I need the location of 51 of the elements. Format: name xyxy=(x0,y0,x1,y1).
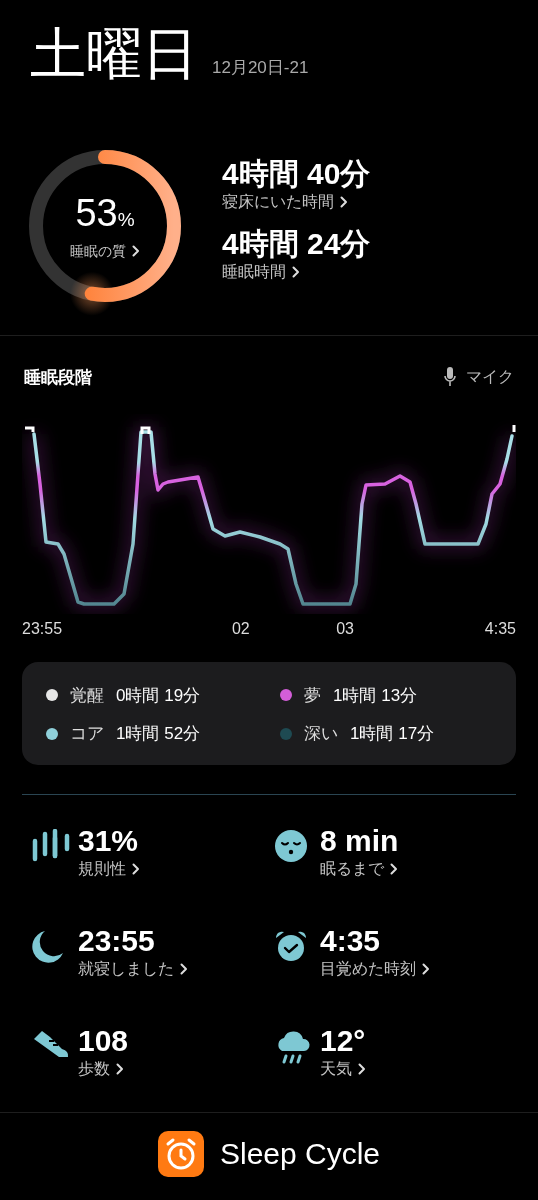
date-range: 12月20日-21 xyxy=(212,57,309,79)
stat-link[interactable]: 天気 xyxy=(320,1059,366,1079)
chevron-icon xyxy=(132,244,140,257)
stage-duration: 1時間 13分 xyxy=(333,684,418,706)
chevron-icon xyxy=(390,863,398,875)
stage-name: 夢 xyxy=(304,684,321,706)
stat-link[interactable]: 目覚めた時刻 xyxy=(320,959,430,979)
duration-link[interactable]: 寝床にいた時間 xyxy=(222,192,348,212)
stat-link[interactable]: 眠るまで xyxy=(320,859,398,879)
chevron-icon xyxy=(132,863,140,875)
stage-name: 深い xyxy=(304,723,338,745)
stage-duration: 0時間 19分 xyxy=(116,684,201,706)
microphone-icon xyxy=(444,367,456,387)
stat-value: 23:55 xyxy=(78,923,155,959)
stat-link[interactable]: 歩数 xyxy=(78,1059,124,1079)
stat-link[interactable]: 就寝しました xyxy=(78,959,188,979)
stage-duration: 1時間 52分 xyxy=(116,723,201,745)
chevron-icon xyxy=(340,196,348,208)
chevron-icon xyxy=(180,963,188,975)
stat-value: 31% xyxy=(78,823,139,859)
sleep-quality-link[interactable]: 睡眠の質 xyxy=(70,240,140,261)
stat-value: 4:35 xyxy=(320,923,381,959)
time-label: 4:35 xyxy=(484,620,516,638)
stage-name: 覚醒 xyxy=(70,684,104,706)
chevron-icon xyxy=(292,266,300,278)
time-label: 02 xyxy=(231,620,250,638)
stat-value: 108 xyxy=(78,1023,129,1059)
day-title: 土曜日 xyxy=(30,22,198,86)
app-name: Sleep Cycle xyxy=(219,1137,381,1171)
stat-link[interactable]: 規則性 xyxy=(78,859,140,879)
time-label: 03 xyxy=(336,620,354,638)
bars-icon xyxy=(32,829,70,863)
section-title: 睡眠段階 xyxy=(24,366,92,389)
moon-icon xyxy=(32,929,64,963)
chevron-icon xyxy=(116,1063,124,1075)
shoe-icon xyxy=(32,1029,70,1059)
time-label: 23:55 xyxy=(22,620,63,638)
duration-value: 4時間 24分 xyxy=(222,226,371,262)
quality-percent: 53% xyxy=(75,191,135,236)
stat-value: 8 min xyxy=(320,823,399,859)
microphone-label[interactable]: マイク xyxy=(466,366,514,388)
duration-link[interactable]: 睡眠時間 xyxy=(222,262,300,282)
stage-duration: 1時間 17分 xyxy=(350,723,435,745)
stat-value: 12° xyxy=(320,1023,366,1059)
chevron-icon xyxy=(358,1063,366,1075)
stage-name: コア xyxy=(70,723,104,745)
chevron-icon xyxy=(422,963,430,975)
duration-value: 4時間 40分 xyxy=(222,156,371,192)
sleepy-face-icon xyxy=(274,829,308,863)
app-logo-icon xyxy=(157,1131,204,1177)
alarm-clock-icon xyxy=(274,929,308,963)
